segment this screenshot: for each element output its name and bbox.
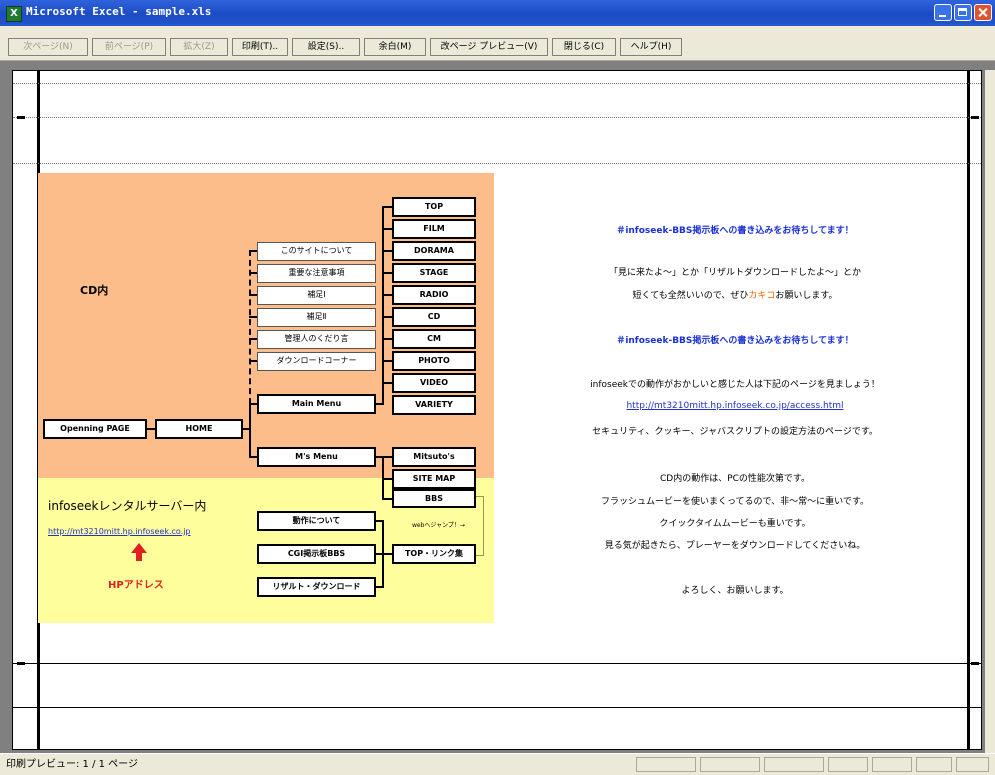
result-download-box: リザルト・ダウンロード [257,577,376,597]
cm-box: CM [392,329,476,349]
video-box: VIDEO [392,373,476,393]
stage-box: STAGE [392,263,476,283]
regards-text: よろしく、お願いします。 [681,586,789,596]
player-download-note: 見る気が起きたら、プレーヤーをダウンロードしてくださいね。 [604,541,866,551]
cd-box: CD [392,307,476,327]
setup-button[interactable]: 設定(S).. [292,38,360,56]
margin-handle[interactable] [17,116,25,119]
photo-box: PHOTO [392,351,476,371]
notice-box: 重要な注意事項 [257,264,376,283]
main-menu-box: Main Menu [257,394,376,414]
close-preview-button[interactable]: 閉じる(C) [552,38,616,56]
hp-address-label: HPアドレス [108,580,164,591]
status-bar: 印刷プレビュー: 1 / 1 ページ [0,753,995,775]
top-box: TOP [392,197,476,217]
minimize-button[interactable] [934,4,952,21]
cgi-bbs-box: CGI掲示板BBS [257,544,376,564]
flash-note: フラッシュムービーを使いまくってるので、非～常～に重いです。 [600,497,870,507]
web-jump-label: webへジャンプ！→ [412,522,465,529]
zoom-button[interactable]: 拡大(Z) [170,38,228,56]
top-margin-line[interactable] [13,117,981,118]
film-box: FILM [392,219,476,239]
dorama-box: DORAMA [392,241,476,261]
access-page-link[interactable]: http://mt3210mitt.hp.infoseek.co.jp/acce… [505,401,965,411]
next-page-button[interactable]: 次ページ(N) [8,38,88,56]
supp1-box: 補足Ⅰ [257,286,376,305]
settings-note: セキュリティ、クッキー、ジャバスクリプトの設定方法のページです。 [592,427,878,437]
cd-label: CD内 [80,284,109,297]
mitsuto-box: Mitsuto's [392,447,476,467]
prev-page-button[interactable]: 前ページ(P) [92,38,166,56]
cd-performance-note: CD内の動作は、PCの性能次第です。 [659,474,811,484]
sitemap-box: SITE MAP [392,469,476,489]
comment-text-2: 短くても全然いいので、ぜひカキコお願いします。 [632,291,838,301]
right-margin-line[interactable] [967,71,970,749]
margin-handle[interactable] [971,116,979,119]
bbs-box: BBS [392,489,476,508]
status-text: 印刷プレビュー: 1 / 1 ページ [6,759,138,770]
excel-icon: X [6,6,22,22]
title-bar: X Microsoft Excel - sample.xls [0,0,995,26]
up-arrow-stem [136,553,142,561]
print-button[interactable]: 印刷(T).. [232,38,288,56]
admin-box: 管理人のくだり言 [257,330,376,349]
margin-handle[interactable] [17,662,25,665]
footer-margin-line[interactable] [13,707,981,708]
close-window-button[interactable] [974,4,992,21]
status-indicator-cells [636,757,991,772]
page-break-preview-button[interactable]: 改ページ プレビュー(V) [430,38,548,56]
header-margin-line[interactable] [13,83,981,84]
bottom-margin-line[interactable] [13,663,981,664]
vertical-scrollbar[interactable] [985,70,995,753]
variety-box: VARIETY [392,395,476,415]
bbs-invite-text-1: ＃infoseek-BBS掲示板への書き込みをお待ちしてます！ [616,226,854,236]
download-box: ダウンロードコーナー [257,352,376,371]
comment-text-1: 「見に来たよ～」とか「リザルトダウンロードしたよ～」とか [608,268,861,278]
opening-page-box: Openning PAGE [43,419,147,439]
margin-handle[interactable] [971,662,979,665]
top-content-line[interactable] [13,163,981,164]
help-button[interactable]: ヘルプ(H) [620,38,682,56]
ms-menu-box: M's Menu [257,447,376,467]
dousa-box: 動作について [257,511,376,531]
top-links-box: TOP・リンク集 [392,544,476,564]
quicktime-note: クイックタイムムービーも重いです。 [659,519,811,529]
supp2-box: 補足Ⅱ [257,308,376,327]
margins-button[interactable]: 余白(M) [364,38,426,56]
infoseek-note: infoseekでの動作がおかしいと感じた人は下記のページを見ましょう！ [590,380,880,390]
window-title: Microsoft Excel - sample.xls [26,5,212,18]
up-arrow-icon [131,543,147,553]
bbs-invite-text-2: ＃infoseek-BBS掲示板への書き込みをお待ちしてます！ [616,336,854,346]
about-box: このサイトについて [257,242,376,261]
print-preview-toolbar: 次ページ(N) 前ページ(P) 拡大(Z) 印刷(T).. 設定(S).. 余白… [0,26,995,61]
hp-url-link[interactable]: http://mt3210mitt.hp.infoseek.co.jp [48,527,191,536]
infoseek-label: infoseekレンタルサーバー内 [48,499,207,513]
home-box: HOME [155,419,243,439]
radio-box: RADIO [392,285,476,305]
maximize-button[interactable] [954,4,972,21]
